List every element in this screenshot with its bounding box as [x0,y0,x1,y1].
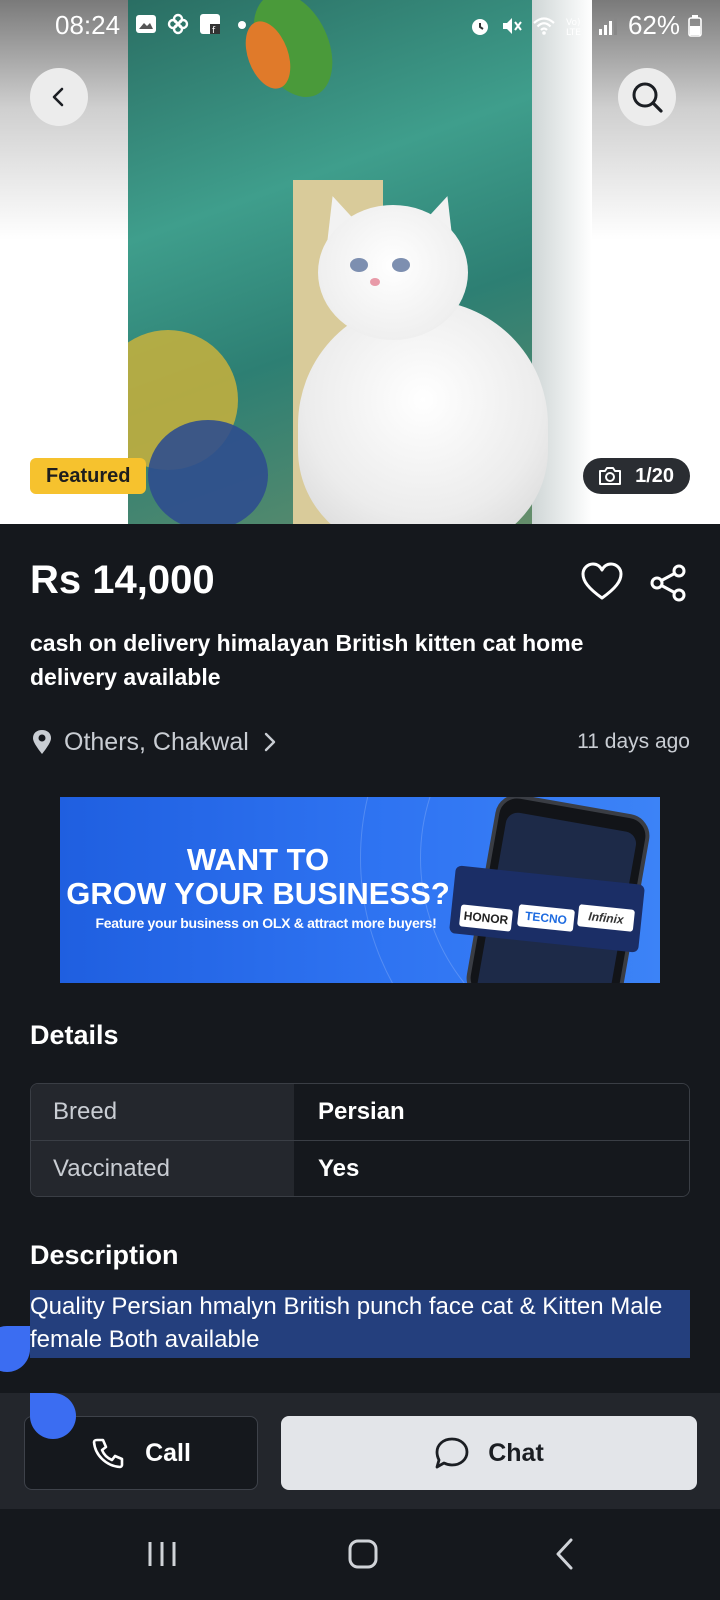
kitten-photo [128,0,592,524]
wifi-icon [533,16,555,35]
details-value: Persian [294,1084,689,1140]
banner-headline-line1: WANT TO [186,842,330,877]
kitten-eye-right [392,258,410,272]
location-text: Others, Chakwal [64,727,249,756]
system-back-button[interactable] [525,1529,605,1579]
share-icon [650,564,686,602]
status-bar: 08:24 f Vo) LTE 62% [0,0,720,52]
details-key: Vaccinated [31,1141,294,1196]
selection-handle-start[interactable] [0,1326,30,1372]
featured-badge: Featured [30,458,147,494]
back-button[interactable] [30,68,88,126]
facebook-photo-icon: f [200,14,220,36]
selection-handle-end[interactable] [30,1393,76,1439]
kitten-eye-left [350,258,368,272]
details-heading: Details [30,1020,119,1050]
home-button[interactable] [323,1529,403,1579]
volte-icon: Vo)LTE [566,18,581,38]
promo-banner[interactable]: WANT TO GROW YOUR BUSINESS? Feature your… [60,797,660,983]
posted-time: 11 days ago [577,730,690,753]
action-bar: Call Chat [0,1393,720,1509]
signal-icon [598,16,617,35]
mute-icon [502,17,522,34]
location-row[interactable]: Others, Chakwal 11 days ago [30,724,690,760]
status-right-icons: Vo) LTE 62% [468,10,702,41]
battery-percent: 62% [627,10,680,40]
svg-text:LTE: LTE [566,28,581,38]
photo-pot [148,420,268,524]
status-left-icons: f [134,12,254,36]
banner-subline: Feature your business on OLX & attract m… [95,915,437,931]
banner-headline-line2: GROW YOUR BUSINESS? [66,876,450,911]
details-table: Breed Persian Vaccinated Yes [30,1083,690,1197]
photo-count-badge[interactable]: 1/20 [583,458,690,494]
banner-headline: WANT TO GROW YOUR BUSINESS? [60,843,456,911]
call-label: Call [145,1438,191,1467]
photo-count-text: 1/20 [635,464,674,487]
chevron-right-icon [264,732,275,752]
alarm-icon [471,18,488,35]
details-row-breed: Breed Persian [31,1084,689,1141]
search-icon [632,82,663,113]
back-arrow-icon [556,1538,573,1570]
camera-icon [599,467,622,485]
listing-photo[interactable]: Featured 1/20 [0,0,720,524]
kitten-head [318,205,468,340]
favorite-button[interactable] [580,562,624,607]
system-nav-bar [0,1509,720,1600]
svg-text:Vo): Vo) [566,18,580,28]
recents-button[interactable] [122,1529,202,1579]
details-row-vaccinated: Vaccinated Yes [31,1141,689,1196]
listing-title: cash on delivery himalayan British kitte… [30,630,584,690]
heart-icon [581,562,623,600]
details-value: Yes [294,1141,689,1196]
recents-icon [148,1542,176,1566]
status-time: 08:24 [55,10,121,40]
dot-icon [238,21,246,29]
phone-icon [92,1438,124,1469]
kitten-nose [370,278,380,286]
home-icon [348,1539,378,1569]
battery-icon [688,14,702,37]
description-text[interactable]: Quality Persian hmalyn British punch fac… [30,1290,690,1358]
chevron-left-icon [52,87,64,107]
details-key: Breed [31,1084,294,1140]
location-pin-icon [33,730,51,754]
description-heading: Description [30,1240,179,1270]
gallery-icon [136,15,156,33]
pinwheel-icon [167,13,189,35]
listing-price: Rs 14,000 [30,558,215,602]
search-button[interactable] [618,68,676,126]
share-button[interactable] [648,564,688,607]
chat-label: Chat [488,1438,544,1467]
chat-button[interactable]: Chat [281,1416,697,1490]
chat-bubble-icon [435,1437,469,1469]
